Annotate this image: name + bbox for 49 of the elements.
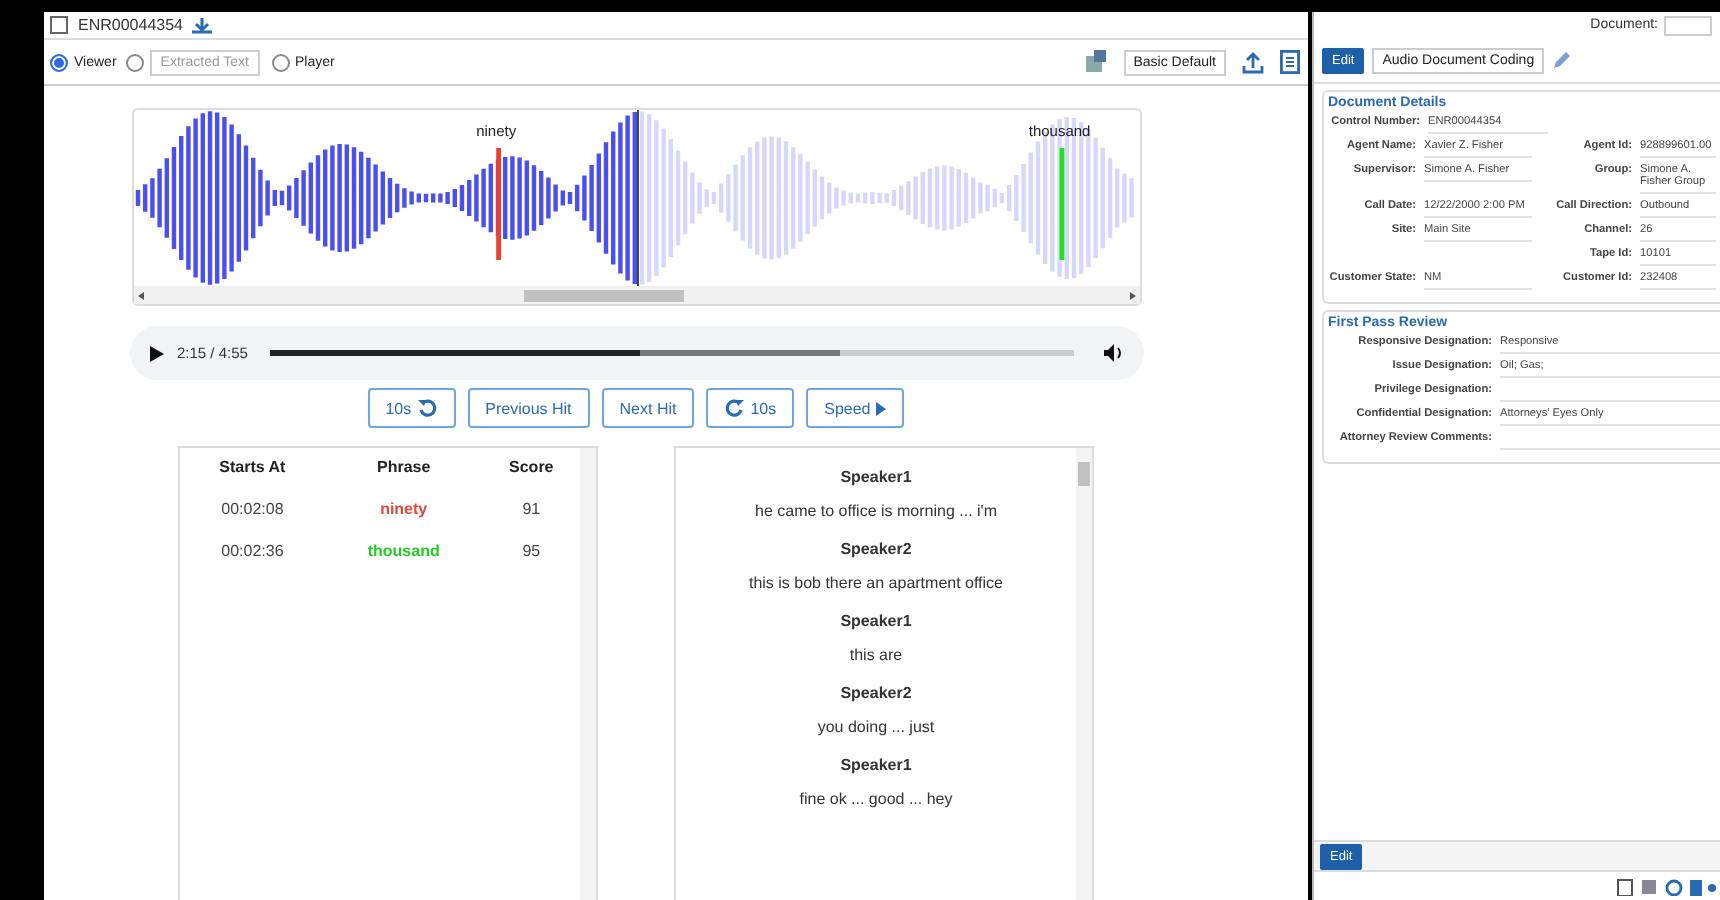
hit-button[interactable]: Next Hit <box>601 388 695 428</box>
table-cell-text: 00:02:08 <box>219 498 286 522</box>
speaker-name: Speaker2 <box>840 540 912 558</box>
progress-track[interactable] <box>269 350 1073 356</box>
checkbox[interactable] <box>50 16 68 34</box>
column-header: Starts At <box>217 456 288 480</box>
hit-marker[interactable] <box>495 148 500 260</box>
speaker-name: Speaker1 <box>840 612 912 630</box>
download-icon[interactable] <box>192 17 213 33</box>
horizontal-scrollbar[interactable] <box>133 286 1139 304</box>
transcript-line: fine ok ... good ... hey <box>799 790 953 808</box>
transcript-line: you doing ... just <box>817 718 935 736</box>
forward-icon <box>724 398 745 418</box>
speed-button[interactable]: Speed <box>806 388 905 428</box>
rewind-button[interactable]: 10s <box>367 388 456 428</box>
speaker-name: Speaker1 <box>840 756 912 774</box>
play-icon[interactable] <box>149 345 163 361</box>
hit-button[interactable]: Previous Hit <box>467 388 590 428</box>
radio-button[interactable] <box>271 53 290 71</box>
table-cell-text: 00:02:36 <box>219 540 286 564</box>
forward-button[interactable]: 10s <box>706 388 795 428</box>
scroll-right-icon[interactable] <box>1129 291 1135 299</box>
hit-marker[interactable] <box>1058 148 1064 260</box>
vertical-scrollbar[interactable] <box>580 448 596 900</box>
table-cell-text: 95 <box>520 540 543 564</box>
transcript-line: this is bob there an apartment office <box>748 574 1004 592</box>
pencil-icon[interactable] <box>1552 50 1573 70</box>
upload-icon[interactable] <box>1242 51 1264 73</box>
toolbar-icons-drawing[interactable] <box>1616 877 1716 895</box>
scroll-left-icon[interactable] <box>137 291 143 299</box>
rewind-icon <box>417 398 438 418</box>
transcript-line: this are <box>849 646 903 664</box>
control-number: ENR00044354 <box>78 15 183 35</box>
transcript-line: he came to office is morning ... i'm <box>755 502 997 520</box>
speaker-name: Speaker1 <box>840 468 912 486</box>
vertical-scrollbar[interactable] <box>1076 448 1092 900</box>
document-number-field[interactable] <box>1664 15 1712 35</box>
radio-button[interactable] <box>50 53 68 71</box>
document-icon[interactable] <box>1280 50 1300 74</box>
table-cell-text: 91 <box>520 498 543 522</box>
table-cell-text: ninety <box>378 498 430 522</box>
volume-icon[interactable] <box>1103 344 1123 362</box>
speaker-name: Speaker2 <box>840 684 912 702</box>
document-settings-icon[interactable] <box>1083 50 1108 74</box>
column-header: Phrase <box>375 456 433 480</box>
caret-icon <box>876 401 887 415</box>
column-header: Score <box>507 456 556 480</box>
radio-button[interactable] <box>126 53 145 71</box>
table-cell-text: thousand <box>365 540 442 564</box>
